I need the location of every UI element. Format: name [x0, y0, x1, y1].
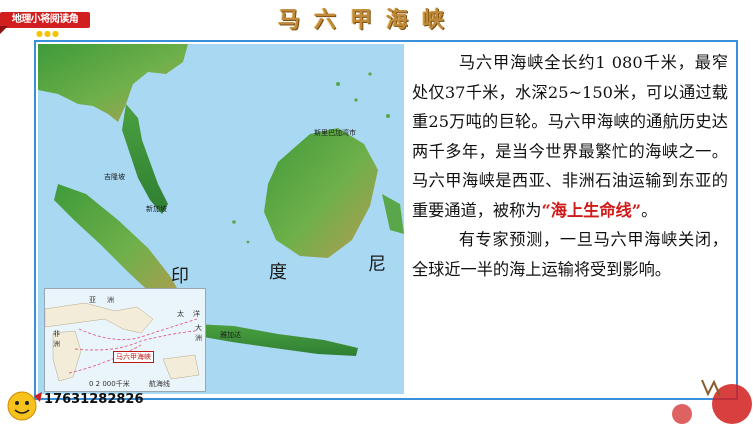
paragraph-1-text: 马六甲海峡全长约1 080千米，最窄处仅37千米，水深25~150米，可以通过载…: [412, 53, 728, 220]
slide: 地理小将阅读角 ●●● 马六甲海峡 吉隆坡 新加坡 斯里巴加湾市 雅加达 印 度…: [0, 0, 753, 426]
paragraph-1: 马六甲海峡全长约1 080千米，最窄处仅37千米，水深25~150米，可以通过载…: [412, 48, 728, 225]
corner-decoration-icon: [672, 379, 752, 424]
place-bandar-seri-begawan: 斯里巴加湾市: [314, 129, 356, 137]
inset-label-zhou-1: 洲: [107, 296, 114, 304]
inset-legend: 航海线: [149, 380, 170, 388]
inset-label-yang: 洋: [193, 310, 200, 318]
place-singapore: 新加坡: [146, 205, 167, 213]
inset-label-zhou-3: 洲: [195, 334, 202, 342]
inset-strait-tag: 马六甲海峡: [113, 351, 154, 363]
badge-ribbon-tail: [0, 26, 8, 34]
inset-label-da: 大: [195, 324, 202, 332]
inset-label-tai: 太: [177, 310, 184, 318]
sea-label-yin: 印: [171, 266, 189, 287]
smiley-logo-icon: [7, 391, 42, 421]
description-panel: 马六甲海峡全长约1 080千米，最窄处仅37千米，水深25~150米，可以通过载…: [412, 48, 728, 388]
badge-label: 地理小将阅读角: [0, 12, 90, 28]
inset-scale: 0 2 000千米: [89, 380, 130, 388]
paragraph-2: 有专家预测，一旦马六甲海峡关闭，全球近一半的海上运输将受到影响。: [412, 225, 728, 284]
badge-dots-decoration: ●●●: [36, 29, 60, 38]
sea-label-ni: 尼: [368, 254, 386, 275]
paragraph-1-end: 。: [641, 200, 658, 220]
place-jakarta: 雅加达: [220, 331, 241, 339]
phone-number: 17631282826: [44, 392, 144, 407]
inset-label-zhou-2: 洲: [53, 340, 60, 348]
paragraph-2-text: 有专家预测，一旦马六甲海峡关闭，全球近一半的海上运输将受到影响。: [412, 230, 728, 279]
inset-route-lines: [45, 289, 205, 391]
place-kuala-lumpur: 吉隆坡: [104, 173, 125, 181]
page-title: 马六甲海峡: [277, 8, 458, 33]
reading-corner-badge: 地理小将阅读角 ●●●: [0, 2, 92, 38]
sea-label-du: 度: [269, 262, 287, 283]
highlight-lifeline: “海上生命线”: [541, 200, 642, 220]
inset-label-fei: 非: [53, 330, 60, 338]
shipping-route-inset-map: 亚 洲 非 洲 太 洋 大 洲 马六甲海峡 0 2 000千米 航海线: [44, 288, 206, 392]
inset-label-ya: 亚: [89, 296, 96, 304]
